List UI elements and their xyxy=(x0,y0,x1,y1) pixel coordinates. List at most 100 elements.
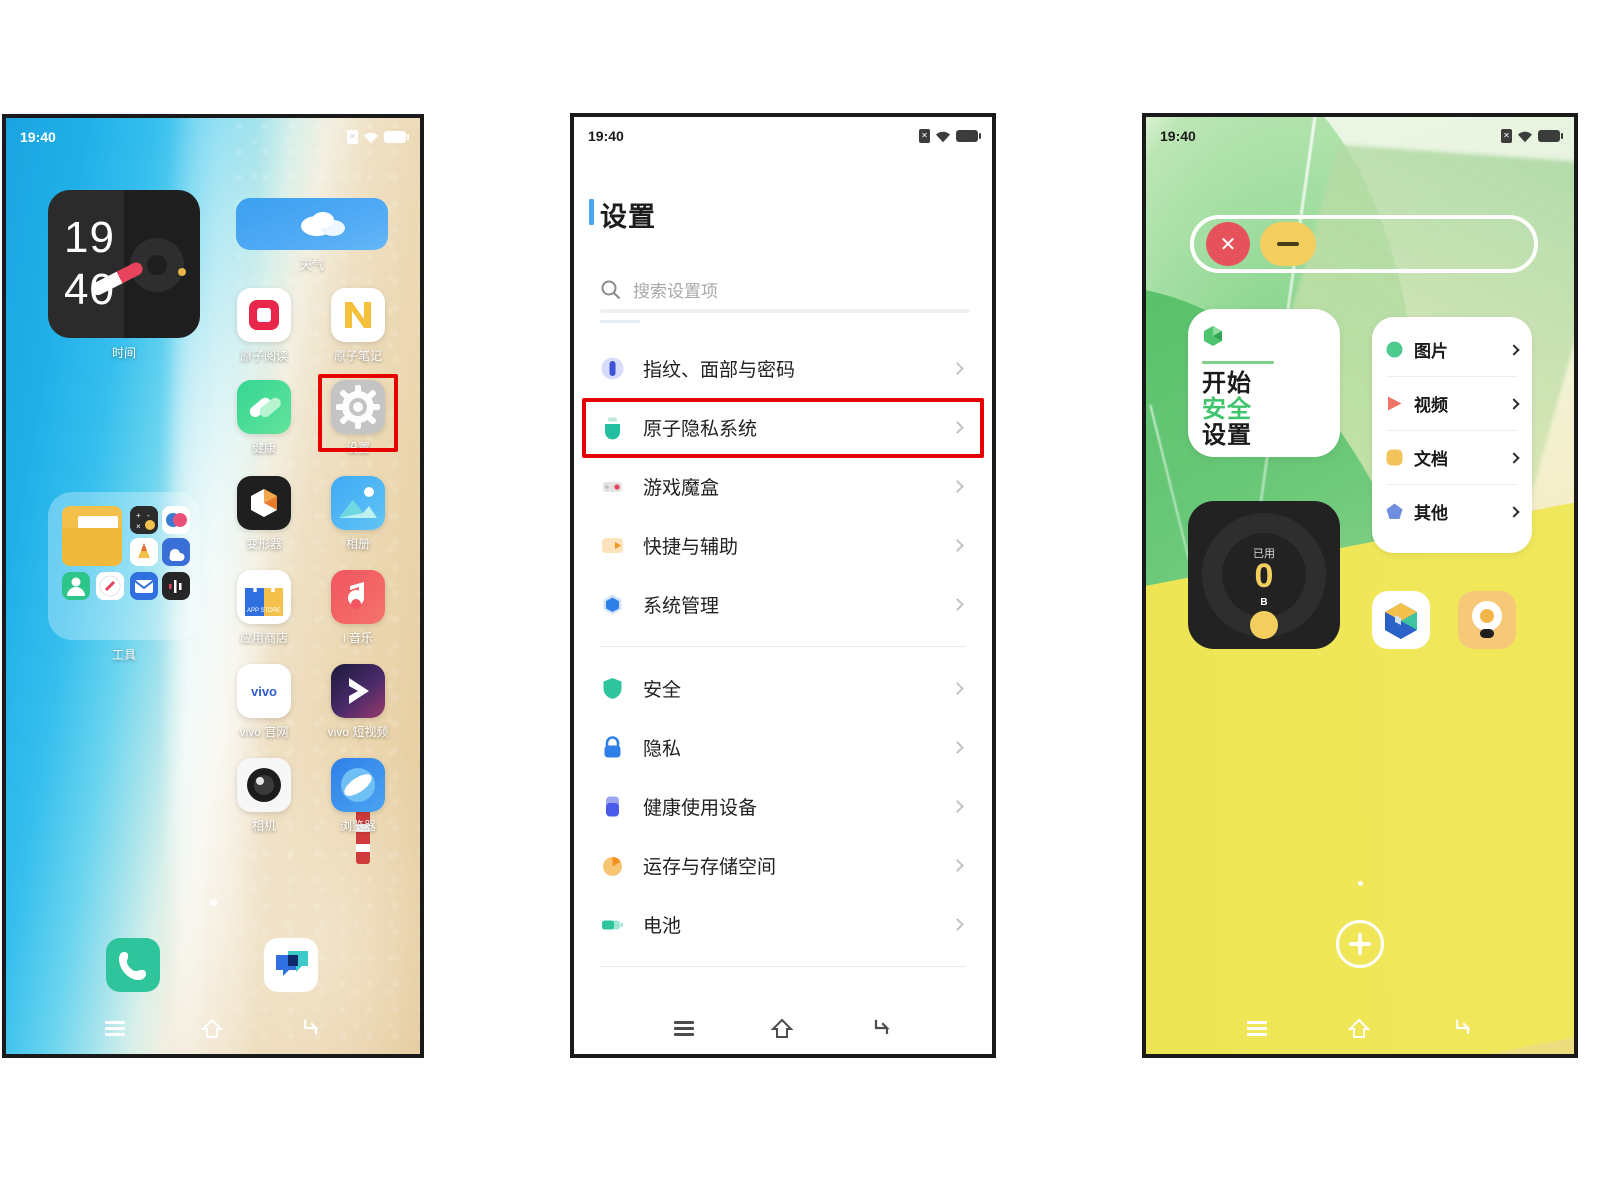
folder-app-email-icon xyxy=(130,572,158,600)
triangle-red-icon xyxy=(1388,396,1402,411)
game-box-icon xyxy=(600,474,625,499)
settings-row-shortcut-assist[interactable]: 快捷与辅助 xyxy=(600,516,966,575)
clock-hours: 19 xyxy=(64,213,115,262)
file-type-row-documents[interactable]: 文档 xyxy=(1372,431,1532,484)
card-rule xyxy=(1202,361,1274,364)
file-type-card: 图片 视频 文档 其他 xyxy=(1372,317,1532,553)
app-imusic[interactable]: i 音乐 xyxy=(322,570,394,646)
system-manage-icon xyxy=(600,592,625,617)
settings-row-privacy[interactable]: 隐私 xyxy=(600,718,966,777)
recents-icon[interactable] xyxy=(102,1017,128,1039)
app-label: 浏览器 xyxy=(339,819,376,833)
settings-row-storage[interactable]: 运存与存储空间 xyxy=(600,836,966,895)
app-label: 变形器 xyxy=(245,537,282,551)
plus-icon[interactable] xyxy=(1336,920,1384,968)
privacy-app-atomic-lamp[interactable] xyxy=(1458,591,1516,649)
folder-app-recorder-icon xyxy=(162,572,190,600)
app-gallery[interactable]: 相册 xyxy=(322,476,394,552)
app-label: 健康 xyxy=(251,441,276,455)
chevron-right-icon xyxy=(951,421,964,434)
recents-icon[interactable] xyxy=(671,1017,697,1039)
chevron-right-icon xyxy=(951,362,964,375)
page-indicator-dot xyxy=(210,899,217,906)
search-input[interactable]: 搜索设置项 xyxy=(600,272,966,306)
minimize-icon[interactable] xyxy=(1260,222,1316,266)
folder-label: 工具 xyxy=(111,648,136,662)
app-app-store[interactable]: APP STORE 应用商店 xyxy=(228,570,300,646)
settings-row-fingerprint[interactable]: 指纹、面部与密码 xyxy=(600,339,966,398)
back-icon[interactable] xyxy=(1450,1017,1476,1039)
home-icon[interactable] xyxy=(1347,1017,1373,1039)
cloud-icon xyxy=(300,212,345,236)
chevron-right-icon xyxy=(951,598,964,611)
svg-text:vivo: vivo xyxy=(251,684,277,699)
recents-icon[interactable] xyxy=(1244,1017,1270,1039)
start-card-line3: 设置 xyxy=(1202,421,1252,449)
chevron-right-icon xyxy=(951,480,964,493)
settings-row-system-manage[interactable]: 系统管理 xyxy=(600,575,966,634)
app-health[interactable]: 健康 xyxy=(228,380,300,456)
shield-icon xyxy=(600,676,625,701)
settings-row-label: 系统管理 xyxy=(643,596,720,617)
settings-row-battery[interactable]: 电池 xyxy=(600,895,966,954)
chevron-right-icon xyxy=(951,800,964,813)
app-settings[interactable]: 设置 xyxy=(322,380,394,456)
atomic-notes-icon xyxy=(331,288,385,342)
settings-row-digital-wellbeing[interactable]: 健康使用设备 xyxy=(600,777,966,836)
back-icon[interactable] xyxy=(298,1017,324,1039)
settings-list: 指纹、面部与密码 原子隐私系统 游戏魔盒 快捷与辅助 系统管理 安全 隐私 健康… xyxy=(574,339,992,979)
file-type-label: 图片 xyxy=(1414,342,1448,361)
privacy-app-atomic-cube[interactable] xyxy=(1372,591,1430,649)
file-type-row-videos[interactable]: 视频 xyxy=(1372,377,1532,430)
gallery-icon xyxy=(331,476,385,530)
navigation-bar xyxy=(1146,1002,1574,1054)
storage-used-unit: B xyxy=(1260,597,1268,608)
chevron-right-icon xyxy=(1508,505,1520,518)
atomic-lamp-icon xyxy=(1472,601,1502,638)
home-icon[interactable] xyxy=(200,1017,226,1039)
app-camera[interactable]: 相机 xyxy=(228,758,300,834)
phone-icon xyxy=(106,938,160,992)
back-icon[interactable] xyxy=(869,1017,895,1039)
page-title: 设置 xyxy=(589,195,656,234)
camera-icon xyxy=(237,758,291,812)
settings-row-label: 电池 xyxy=(643,916,682,937)
folder-preview-grid: + - × xyxy=(62,506,190,626)
file-type-row-images[interactable]: 图片 xyxy=(1372,323,1532,376)
settings-row-atomic-privacy[interactable]: 原子隐私系统 xyxy=(600,398,966,457)
app-vivo-shortvideo[interactable]: vivo 短视频 xyxy=(322,664,394,740)
svg-text:-: - xyxy=(147,511,150,520)
settings-row-security[interactable]: 安全 xyxy=(600,659,966,718)
lock-icon xyxy=(600,735,625,760)
app-atomic-notes[interactable]: 原子笔记 xyxy=(322,288,394,364)
clock-widget[interactable]: 19 40 xyxy=(48,190,200,338)
svg-text:APP STORE: APP STORE xyxy=(247,608,281,614)
settings-screen-content: 19:40 设置 搜索设置项 xyxy=(574,117,992,1054)
folder-tools[interactable]: + - × xyxy=(48,492,200,640)
app-browser[interactable]: 浏览器 xyxy=(322,758,394,834)
dock-app-messages[interactable] xyxy=(264,938,324,992)
app-transformer[interactable]: 变形器 xyxy=(228,476,300,552)
file-type-label: 其他 xyxy=(1414,504,1448,523)
fingerprint-icon xyxy=(600,356,625,381)
storage-usage-card[interactable]: 已用 0 B xyxy=(1188,501,1340,649)
dock-app-phone[interactable] xyxy=(106,938,166,992)
battery-icon xyxy=(384,131,409,143)
settings-row-label: 健康使用设备 xyxy=(643,798,758,819)
chevron-right-icon xyxy=(951,741,964,754)
privacy-search-bar[interactable]: ✕ xyxy=(1190,215,1538,273)
app-atomic-reader[interactable]: 原子阅读 xyxy=(228,288,300,364)
status-icons xyxy=(919,129,981,143)
close-icon[interactable]: ✕ xyxy=(1206,222,1250,266)
storage-used-value: 0 xyxy=(1254,557,1274,595)
app-vivo-official[interactable]: vivo vivo 官网 xyxy=(228,664,300,740)
weather-widget[interactable] xyxy=(236,198,388,250)
settings-gear-icon xyxy=(331,380,385,434)
home-icon[interactable] xyxy=(770,1017,796,1039)
start-security-setup-card[interactable]: 开始 安全 设置 xyxy=(1188,309,1340,457)
file-type-row-others[interactable]: 其他 xyxy=(1372,485,1532,538)
app-label: 相册 xyxy=(345,537,370,551)
folder-app-calculator-icon: + - × xyxy=(130,506,158,534)
settings-row-game-box[interactable]: 游戏魔盒 xyxy=(600,457,966,516)
app-label: vivo 短视频 xyxy=(327,725,389,739)
